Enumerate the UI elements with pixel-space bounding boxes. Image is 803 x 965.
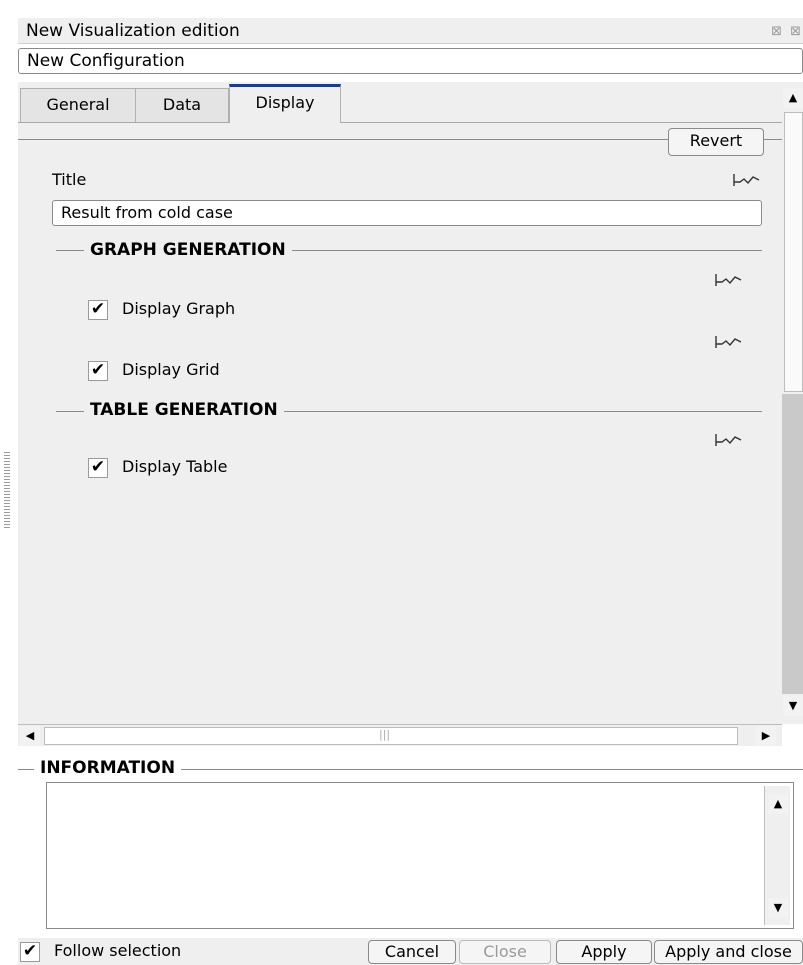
scroll-down-icon[interactable]: ▼ [783, 696, 803, 716]
title-input[interactable]: Result from cold case [52, 200, 762, 226]
title-input-value: Result from cold case [61, 203, 233, 222]
display-grid-checkbox[interactable]: ✔ [88, 361, 108, 381]
follow-selection-checkbox[interactable]: ✔ [20, 942, 40, 962]
splitter-grip[interactable] [4, 452, 10, 530]
configuration-value: New Configuration [27, 51, 185, 71]
scroll-up-icon[interactable]: ▲ [783, 88, 803, 108]
settings-panel: General Data Display Revert Title Result… [18, 82, 782, 724]
dialog-footer: ✔ Follow selection Cancel Close Apply Ap… [18, 938, 803, 965]
info-scroll-up-icon[interactable]: ▲ [768, 794, 788, 814]
display-graph-checkbox[interactable]: ✔ [88, 300, 108, 320]
tab-display[interactable]: Display [229, 84, 341, 123]
revert-button[interactable]: Revert [668, 128, 764, 156]
scroll-thumb[interactable] [784, 112, 803, 392]
title-label: Title [52, 170, 87, 189]
close-button[interactable]: Close [459, 940, 551, 964]
follow-selection-label: Follow selection [54, 941, 182, 960]
information-section-title: INFORMATION [34, 758, 182, 778]
curve-icon[interactable] [713, 430, 743, 450]
information-scrollbar[interactable]: ▲ ▼ [764, 786, 790, 925]
tab-divider [18, 122, 782, 123]
graph-section-title: GRAPH GENERATION [84, 240, 292, 260]
apply-and-close-button[interactable]: Apply and close [654, 940, 803, 964]
display-grid-label: Display Grid [122, 360, 220, 379]
vertical-scrollbar[interactable]: ▲ ▼ [782, 82, 803, 724]
display-table-label: Display Table [122, 457, 228, 476]
display-table-checkbox[interactable]: ✔ [88, 458, 108, 478]
scroll-right-icon[interactable]: ▶ [756, 726, 776, 746]
table-section-title: TABLE GENERATION [84, 400, 284, 420]
scroll-track[interactable] [782, 394, 803, 694]
curve-icon[interactable] [731, 170, 761, 190]
horizontal-scrollbar[interactable]: ◀ ||| ▶ [18, 724, 782, 746]
display-graph-label: Display Graph [122, 299, 236, 318]
cancel-button[interactable]: Cancel [368, 940, 456, 964]
horizontal-scroll-track[interactable]: ||| [44, 727, 738, 745]
configuration-field[interactable]: New Configuration [18, 48, 803, 74]
information-textarea[interactable] [46, 782, 794, 929]
tab-data[interactable]: Data [135, 88, 229, 122]
curve-icon[interactable] [713, 332, 743, 352]
tab-general[interactable]: General [20, 88, 136, 122]
info-scroll-down-icon[interactable]: ▼ [768, 898, 788, 918]
window-title: New Visualization edition [26, 21, 240, 41]
apply-button[interactable]: Apply [556, 940, 652, 964]
window-controls[interactable]: ⊠ ⊠ [771, 24, 803, 39]
curve-icon[interactable] [713, 270, 743, 290]
window-titlebar: New Visualization edition ⊠ ⊠ [18, 18, 803, 44]
scroll-left-icon[interactable]: ◀ [20, 726, 40, 746]
